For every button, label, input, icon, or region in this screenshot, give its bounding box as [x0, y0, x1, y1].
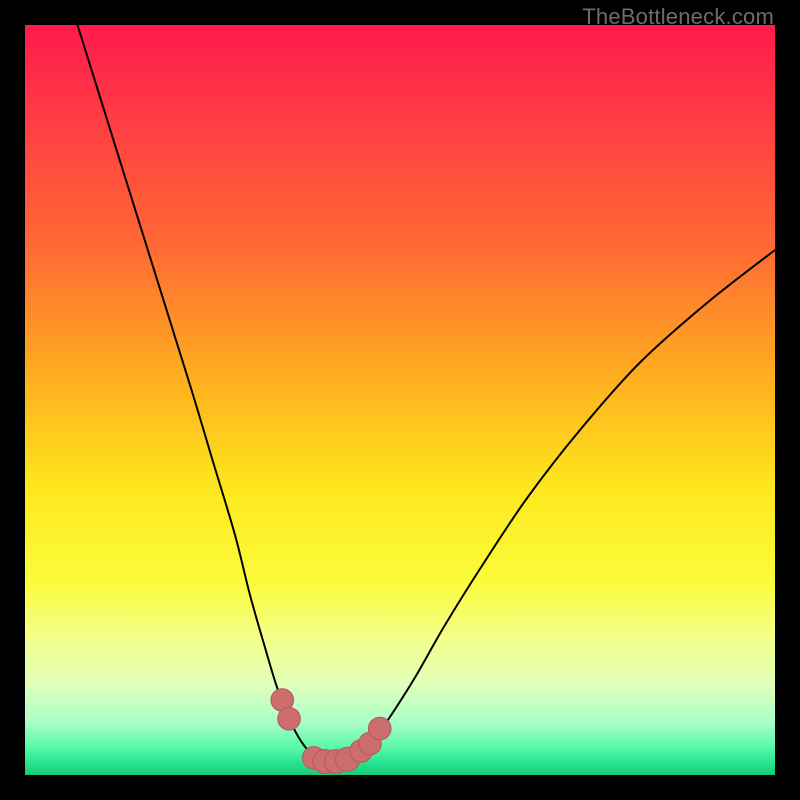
- plot-area: [25, 25, 775, 775]
- chart-svg: [25, 25, 775, 775]
- curve-marker: [278, 708, 301, 731]
- watermark-text: TheBottleneck.com: [582, 4, 774, 30]
- outer-frame: TheBottleneck.com: [0, 0, 800, 800]
- bottleneck-curve: [78, 25, 776, 764]
- curve-marker: [369, 717, 392, 740]
- curve-markers: [271, 689, 391, 774]
- curve-path: [78, 25, 776, 764]
